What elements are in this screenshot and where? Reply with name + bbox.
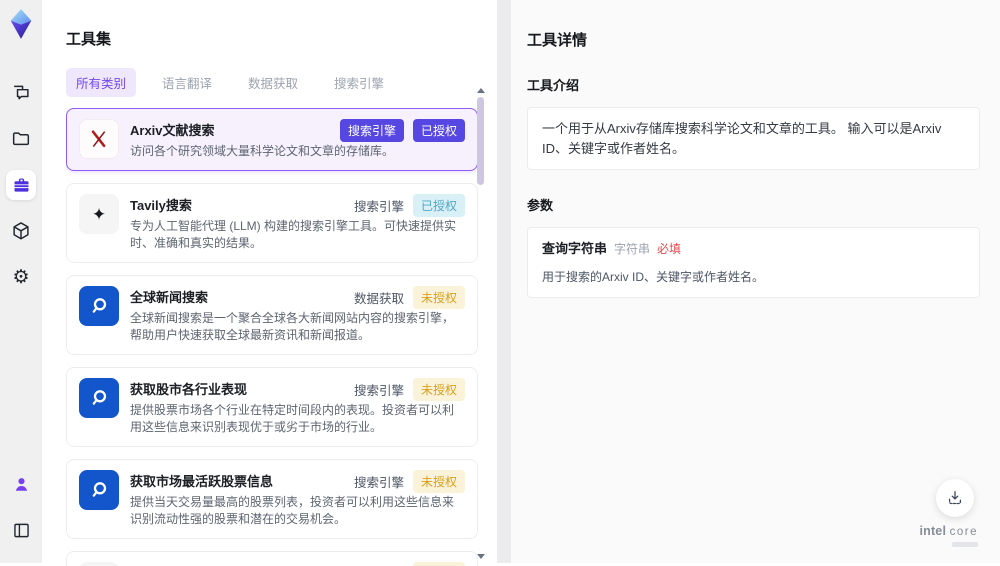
tool-card-0[interactable]: Arxiv文献搜索 访问各个研究领域大量科学论文和文章的存储库。 搜索引擎 已授… — [66, 108, 478, 172]
brand-core: core — [949, 526, 978, 539]
category-tab-label: 语言翻译 — [162, 77, 213, 92]
category-tab-0[interactable]: 所有类别 — [66, 68, 137, 98]
tool-category-badge: 搜索引擎 — [353, 476, 404, 491]
tool-auth-badge: 已授权 — [412, 194, 465, 218]
user-icon[interactable] — [6, 469, 36, 499]
package-icon[interactable] — [6, 216, 36, 246]
tool-card-1[interactable]: ✦ Tavily搜索 专为人工智能代理 (LLM) 构建的搜索引擎工具。可快速提… — [66, 183, 478, 264]
tool-category-badge: 搜索引擎 — [339, 119, 404, 143]
param-type: 字符串 — [614, 242, 651, 257]
toolbox-icon[interactable] — [6, 170, 36, 200]
param-name: 查询字符串 — [542, 241, 608, 257]
tool-badges: 搜索引擎 未授权 — [353, 378, 465, 402]
left-rail: ⚙ — [0, 0, 42, 563]
panel-toggle-icon[interactable] — [6, 515, 36, 545]
tool-auth-badge: 已授权 — [412, 119, 465, 143]
tool-detail-panel: 工具详情 工具介绍 一个用于从Arxiv存储库搜索科学论文和文章的工具。 输入可… — [511, 0, 1000, 563]
sparkle-icon: ✦ — [79, 194, 119, 235]
app-logo[interactable] — [7, 8, 35, 40]
intro-box: 一个用于从Arxiv存储库搜索科学论文和文章的工具。 输入可以是Arxiv ID… — [527, 107, 980, 171]
folder-icon[interactable] — [6, 124, 36, 154]
tool-badges: 搜索引擎 已授权 — [339, 119, 465, 143]
category-tab-2[interactable]: 数据获取 — [238, 68, 308, 97]
params-heading: 参数 — [527, 198, 554, 214]
list-scrollbar[interactable] — [476, 88, 485, 559]
gear-icon[interactable]: ⚙ — [6, 262, 36, 292]
param-head: 查询字符串 字符串 必填 — [542, 239, 965, 259]
tool-card-2[interactable]: 全球新闻搜索 全球新闻搜索是一个聚合全球各大新闻网站内容的搜索引擎，帮助用户快速… — [66, 275, 478, 356]
tool-category-badge: 搜索引擎 — [353, 200, 404, 215]
tool-badges: 搜索引擎 未授权 — [353, 470, 465, 494]
param-box: 查询字符串 字符串 必填 用于搜索的Arxiv ID、关键字或作者姓名。 — [527, 227, 980, 298]
download-icon — [948, 491, 962, 505]
category-tab-label: 数据获取 — [248, 77, 299, 92]
tool-card-5[interactable]: 万维地区新闻查询 查询具体行政区划内的新闻，快速了解各地新闻动 搜索引擎 未授权 — [66, 551, 478, 566]
category-tabs: 所有类别 语言翻译 数据获取 搜索引擎 — [66, 68, 497, 98]
tool-list: Arxiv文献搜索 访问各个研究领域大量科学论文和文章的存储库。 搜索引擎 已授… — [66, 108, 478, 566]
tool-auth-badge: 未授权 — [412, 286, 465, 310]
tool-card-3[interactable]: 获取股市各行业表现 提供股票市场各个行业在特定时间段内的表现。投资者可以利用这些… — [66, 367, 478, 448]
tool-description: 访问各个研究领域大量科学论文和文章的存储库。 — [130, 144, 395, 159]
tool-badges: 数据获取 未授权 — [353, 286, 465, 310]
app-window: { "sidebar": { "logo": "app-logo", "nav"… — [0, 0, 1000, 566]
globe-search-icon — [79, 378, 119, 419]
globe-search-icon — [79, 286, 119, 327]
scrollbar-thumb[interactable] — [477, 97, 484, 185]
scrollbar-down-arrow[interactable] — [476, 554, 485, 559]
category-tab-1[interactable]: 语言翻译 — [152, 68, 222, 97]
tool-description: 全球新闻搜索是一个聚合全球各大新闻网站内容的搜索引擎，帮助用户快速获取全球最新资… — [130, 311, 455, 343]
tool-description: 专为人工智能代理 (LLM) 构建的搜索引擎工具。可快速提供实时、准确和真实的结… — [130, 219, 457, 251]
category-tab-3[interactable]: 搜索引擎 — [324, 68, 394, 97]
scrollbar-up-arrow[interactable] — [476, 88, 485, 93]
tool-badges: 搜索引擎 已授权 — [353, 194, 465, 218]
tool-category-badge: 数据获取 — [353, 292, 404, 307]
param-description: 用于搜索的Arxiv ID、关键字或作者姓名。 — [542, 269, 765, 284]
arxiv-icon — [79, 119, 119, 160]
brand-subscript-bar — [952, 542, 978, 547]
detail-title: 工具详情 — [527, 32, 588, 50]
globe-search-icon — [79, 470, 119, 511]
tool-description: 提供当天交易量最高的股票列表，投资者可以利用这些信息来识别流动性强的股票和潜在的… — [130, 495, 455, 527]
category-tab-label: 所有类别 — [76, 77, 127, 92]
panel-divider — [497, 0, 511, 563]
intel-core-logo: intel core — [919, 524, 978, 547]
tool-auth-badge: 未授权 — [412, 470, 465, 494]
intro-heading: 工具介绍 — [527, 78, 580, 94]
tool-category-badge: 搜索引擎 — [353, 384, 404, 399]
download-button[interactable] — [936, 479, 974, 517]
brand-intel: intel — [919, 524, 947, 539]
tools-panel: 工具集 所有类别 语言翻译 数据获取 搜索引擎 Arxiv文献搜索 访问各个研究… — [42, 0, 497, 566]
category-tab-label: 搜索引擎 — [334, 77, 385, 92]
tool-auth-badge: 未授权 — [412, 378, 465, 402]
tool-card-4[interactable]: 获取市场最活跃股票信息 提供当天交易量最高的股票列表，投资者可以利用这些信息来识… — [66, 459, 478, 540]
param-required-badge: 必填 — [657, 242, 682, 257]
tools-panel-title: 工具集 — [66, 31, 112, 49]
chat-icon[interactable] — [6, 78, 36, 108]
tool-description: 提供股票市场各个行业在特定时间段内的表现。投资者可以利用这些信息来识别表现优于或… — [130, 403, 455, 435]
